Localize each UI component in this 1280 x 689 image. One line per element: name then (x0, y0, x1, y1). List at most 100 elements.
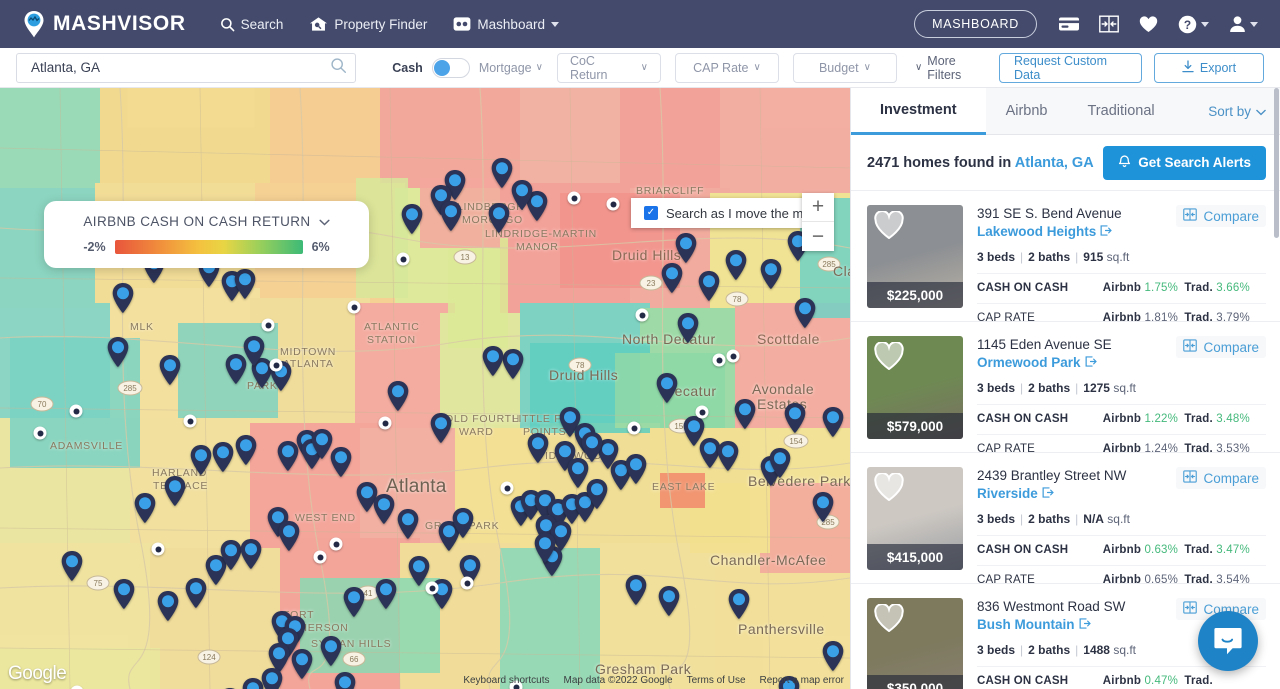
map-property-pin[interactable] (482, 346, 504, 376)
location-search-box[interactable] (16, 53, 356, 83)
map-cluster-dot[interactable] (397, 253, 410, 266)
map-property-pin[interactable] (261, 668, 283, 689)
map-cluster-dot[interactable] (184, 415, 197, 428)
favorite-heart-icon[interactable] (874, 211, 904, 239)
chevron-down-icon[interactable] (319, 214, 330, 229)
map-property-pin[interactable] (157, 591, 179, 621)
compare-button[interactable]: Compare (1176, 205, 1266, 227)
map-property-pin[interactable] (164, 476, 186, 506)
property-neighborhood-link[interactable]: Lakewood Heights (977, 224, 1112, 239)
map-property-pin[interactable] (334, 672, 356, 689)
map-property-pin[interactable] (625, 454, 647, 484)
map-property-pin[interactable] (661, 263, 683, 293)
map-cluster-dot[interactable] (461, 577, 474, 590)
map-property-pin[interactable] (683, 416, 705, 446)
nav-item-search[interactable]: Search (220, 17, 284, 32)
legend-title-row[interactable]: AIRBNB CASH ON CASH RETURN (44, 214, 369, 229)
map-property-pin[interactable] (185, 578, 207, 608)
property-address[interactable]: 391 SE S. Bend Avenue (977, 205, 1122, 223)
map-property-pin[interactable] (658, 586, 680, 616)
map-property-pin[interactable] (822, 407, 844, 437)
map-property-pin[interactable] (408, 556, 430, 586)
map-property-pin[interactable] (134, 493, 156, 523)
map-property-pin[interactable] (373, 494, 395, 524)
property-address[interactable]: 1145 Eden Avenue SE (977, 336, 1112, 354)
map-zoom-controls[interactable]: + − (802, 193, 834, 251)
brand-logo[interactable]: MASHVISOR (16, 10, 186, 38)
tab-traditional[interactable]: Traditional (1067, 88, 1174, 134)
map-cluster-dot[interactable] (330, 538, 343, 551)
map-property-pin[interactable] (656, 373, 678, 403)
search-icon[interactable] (330, 57, 347, 79)
map-property-pin[interactable] (728, 589, 750, 619)
tab-airbnb[interactable]: Airbnb (986, 88, 1068, 134)
map-property-pin[interactable] (502, 349, 524, 379)
filter-budget[interactable]: Budget ∨ (793, 53, 897, 83)
map-cluster-dot[interactable] (348, 301, 361, 314)
map-property-pin[interactable] (212, 442, 234, 472)
search-as-i-move-checkbox[interactable]: ✓ (644, 206, 658, 220)
map-property-pin[interactable] (812, 492, 834, 522)
compare-button[interactable]: Compare (1176, 467, 1266, 489)
map-property-pin[interactable] (534, 533, 556, 563)
map-property-pin[interactable] (760, 259, 782, 289)
property-card[interactable]: $225,000 391 SE S. Bend AvenueLakewood He… (851, 191, 1280, 322)
map-property-pin[interactable] (278, 521, 300, 551)
request-custom-data-button[interactable]: Request Custom Data (999, 53, 1142, 83)
property-neighborhood-link[interactable]: Riverside (977, 486, 1054, 501)
map-property-pin[interactable] (527, 433, 549, 463)
map-property-pin[interactable] (725, 250, 747, 280)
property-thumbnail[interactable]: $415,000 (867, 467, 963, 570)
map-property-pin[interactable] (243, 336, 265, 366)
export-button[interactable]: Export (1154, 53, 1264, 83)
map-cluster-dot[interactable] (727, 350, 740, 363)
map-property-pin[interactable] (220, 540, 242, 570)
map-property-pin[interactable] (430, 413, 452, 443)
map-property-pin[interactable] (675, 233, 697, 263)
map-property-pin[interactable] (343, 587, 365, 617)
property-address[interactable]: 2439 Brantley Street NW (977, 467, 1126, 485)
compare-button[interactable]: Compare (1176, 336, 1266, 358)
map-property-pin[interactable] (330, 447, 352, 477)
map-cluster-dot[interactable] (262, 319, 275, 332)
property-thumbnail[interactable]: $350,000 (867, 598, 963, 689)
property-address[interactable]: 836 Westmont Road SW (977, 598, 1125, 616)
mortgage-label[interactable]: Mortgage ∨ (479, 61, 543, 75)
map-cluster-dot[interactable] (34, 427, 47, 440)
nav-item-property-finder[interactable]: Property Finder (309, 16, 427, 32)
cash-mortgage-toggle[interactable] (432, 58, 470, 78)
property-card[interactable]: $579,000 1145 Eden Avenue SEOrmewood Park… (851, 322, 1280, 453)
map-property-pin[interactable] (387, 381, 409, 411)
map-cluster-dot[interactable] (628, 422, 641, 435)
map-property-pin[interactable] (190, 445, 212, 475)
report-map-error-link[interactable]: Report a map error (760, 675, 844, 686)
favorite-heart-icon[interactable] (874, 473, 904, 501)
favorite-heart-icon[interactable] (874, 342, 904, 370)
property-thumbnail[interactable]: $225,000 (867, 205, 963, 308)
map-property-pin[interactable] (375, 579, 397, 609)
zoom-out-button[interactable]: − (802, 222, 834, 251)
financing-toggle-group[interactable]: Cash Mortgage ∨ (392, 58, 543, 78)
property-card[interactable]: $415,000 2439 Brantley Street NWRiverside… (851, 453, 1280, 584)
map-cluster-dot[interactable] (713, 354, 726, 367)
terms-of-use-link[interactable]: Terms of Use (687, 675, 746, 686)
map-property-pin[interactable] (159, 355, 181, 385)
map-property-pin[interactable] (625, 575, 647, 605)
map-cluster-dot[interactable] (314, 551, 327, 564)
results-location[interactable]: Atlanta, GA (1015, 155, 1094, 171)
map-cluster-dot[interactable] (607, 198, 620, 211)
sort-by-dropdown[interactable]: Sort by (1208, 88, 1280, 134)
tab-investment[interactable]: Investment (851, 88, 986, 135)
property-neighborhood-link[interactable]: Ormewood Park (977, 355, 1097, 370)
map-property-pin[interactable] (717, 441, 739, 471)
map-property-pin[interactable] (277, 441, 299, 471)
search-as-i-move-control[interactable]: ✓ Search as I move the map (631, 198, 831, 228)
map-property-pin[interactable] (234, 269, 256, 299)
filter-cap-rate[interactable]: CAP Rate ∨ (675, 53, 779, 83)
map-cluster-dot[interactable] (426, 582, 439, 595)
map-property-pin[interactable] (61, 551, 83, 581)
property-thumbnail[interactable]: $579,000 (867, 336, 963, 439)
card-icon[interactable] (1059, 17, 1079, 31)
map-property-pin[interactable] (784, 403, 806, 433)
map-cluster-dot[interactable] (379, 417, 392, 430)
